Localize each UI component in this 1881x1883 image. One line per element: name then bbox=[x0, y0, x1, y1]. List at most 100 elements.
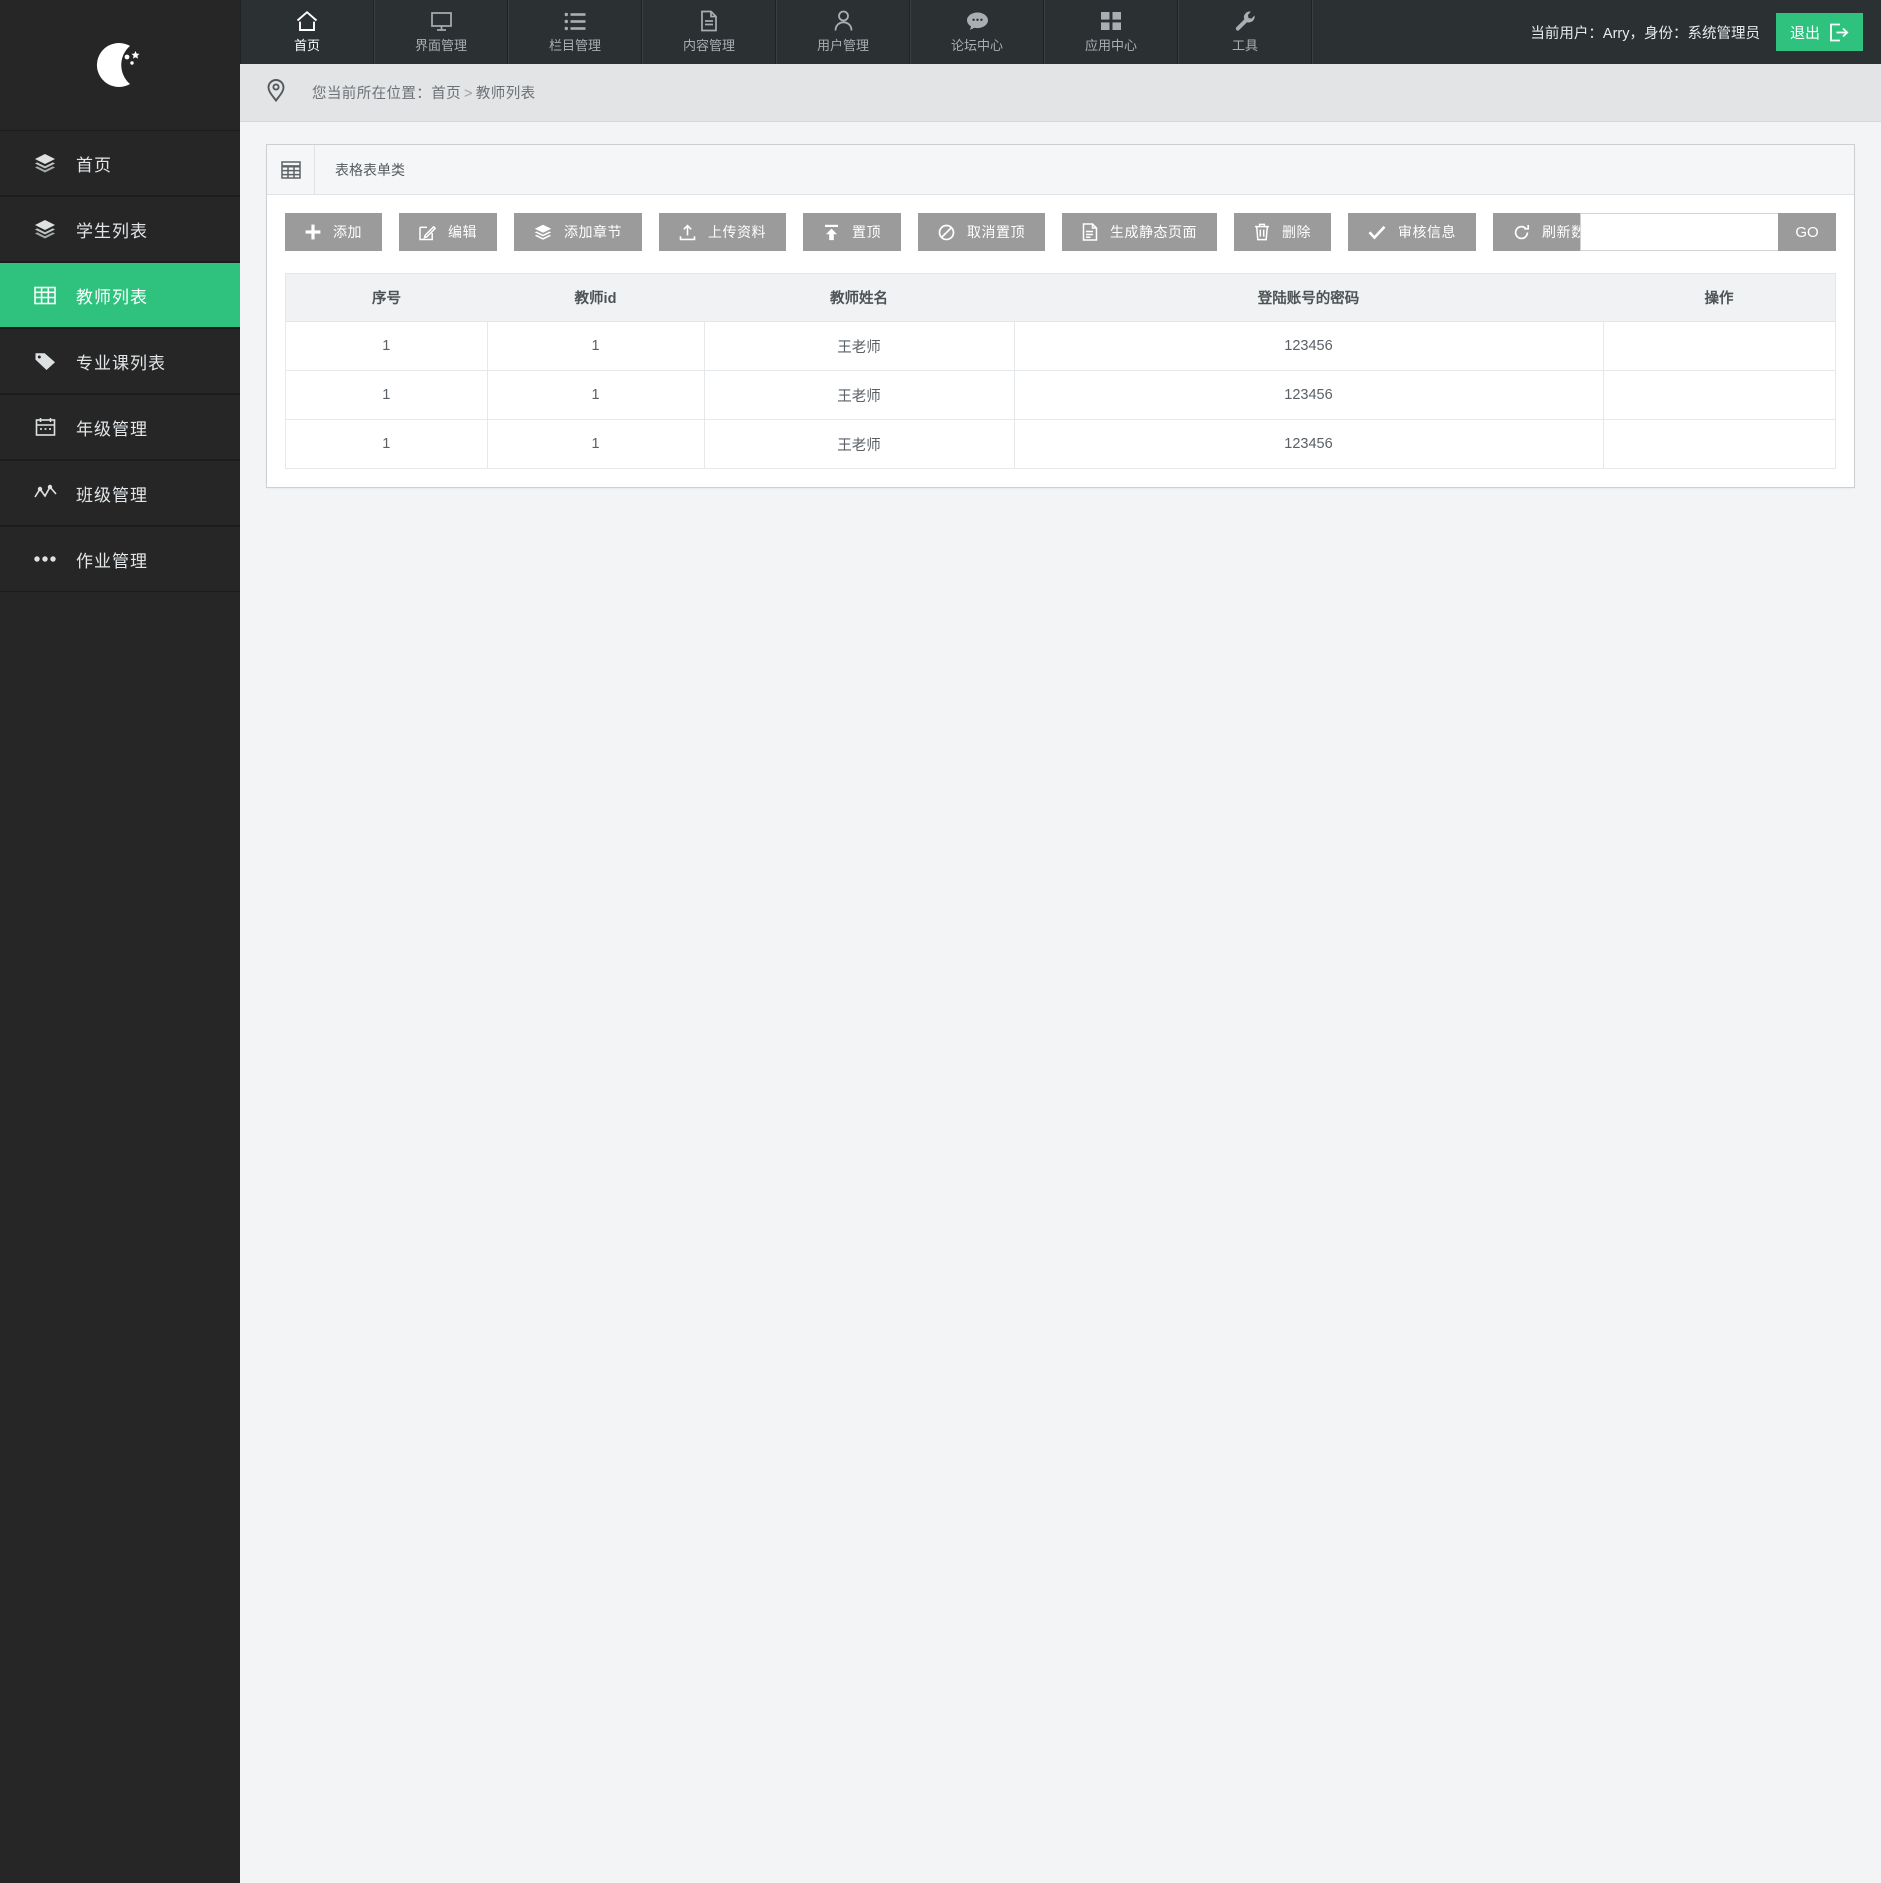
button-label: 生成静态页面 bbox=[1110, 224, 1197, 240]
button-label: 添加章节 bbox=[564, 224, 622, 240]
sidebar-item-home[interactable]: 首页 bbox=[0, 130, 240, 196]
edit-pencil-icon bbox=[419, 224, 436, 241]
sidebar-item-teacher-list[interactable]: 教师列表 bbox=[0, 262, 240, 328]
sidebar-item-label: 教师列表 bbox=[76, 287, 148, 307]
column-header-teacher-id: 教师id bbox=[487, 273, 704, 322]
edit-button[interactable]: 编辑 bbox=[399, 213, 497, 251]
generate-static-page-button[interactable]: 生成静态页面 bbox=[1062, 213, 1217, 251]
sidebar-item-label: 年级管理 bbox=[76, 419, 148, 439]
home-icon bbox=[295, 10, 319, 32]
table-row[interactable]: 1 1 王老师 123456 bbox=[285, 321, 1836, 371]
cell-teacher-name: 王老师 bbox=[703, 370, 1015, 420]
refresh-icon bbox=[1513, 224, 1530, 241]
crescent-moon-logo-icon bbox=[94, 39, 146, 91]
top-nav-label: 用户管理 bbox=[816, 38, 869, 53]
sidebar-logo bbox=[0, 0, 240, 130]
trash-icon bbox=[1254, 223, 1270, 241]
cell-operation[interactable] bbox=[1602, 419, 1836, 469]
layers-icon bbox=[534, 224, 552, 240]
table-container: 序号 教师id 教师姓名 登陆账号的密码 操作 1 1 王老师 123456 1… bbox=[267, 273, 1854, 487]
chart-icon bbox=[32, 482, 58, 504]
sidebar-item-student-list[interactable]: 学生列表 bbox=[0, 196, 240, 262]
page-icon bbox=[1082, 223, 1098, 241]
top-nav-item-interface-management[interactable]: 界面管理 bbox=[374, 0, 508, 64]
column-header-operation: 操作 bbox=[1603, 273, 1836, 322]
sidebar-item-label: 班级管理 bbox=[76, 485, 148, 505]
button-label: 删除 bbox=[1282, 224, 1311, 240]
content-area: 表格表单类 添加 编辑 添加章节 上传资料 置顶 取消置顶 生成静态页面 删除 … bbox=[240, 122, 1881, 1883]
sidebar-item-course-list[interactable]: 专业课列表 bbox=[0, 328, 240, 394]
top-nav-item-user-management[interactable]: 用户管理 bbox=[776, 0, 910, 64]
ban-icon bbox=[938, 224, 955, 241]
unpin-top-button[interactable]: 取消置顶 bbox=[918, 213, 1045, 251]
top-nav-item-forum-center[interactable]: 论坛中心 bbox=[910, 0, 1044, 64]
delete-button[interactable]: 删除 bbox=[1234, 213, 1331, 251]
calendar-icon bbox=[32, 416, 58, 438]
pin-top-button[interactable]: 置顶 bbox=[803, 213, 901, 251]
breadcrumb-prefix: 您当前所在位置： bbox=[312, 86, 432, 102]
button-label: 上传资料 bbox=[708, 224, 766, 240]
column-header-seq: 序号 bbox=[285, 273, 487, 322]
wrench-icon bbox=[1235, 10, 1256, 32]
top-nav-label: 应用中心 bbox=[1084, 38, 1137, 53]
comment-icon bbox=[966, 10, 989, 32]
search-input[interactable] bbox=[1580, 213, 1778, 251]
sidebar-item-class-management[interactable]: 班级管理 bbox=[0, 460, 240, 526]
button-label: 编辑 bbox=[448, 224, 477, 240]
table-icon bbox=[32, 284, 58, 306]
button-label: 添加 bbox=[333, 224, 362, 240]
top-nav-item-tools[interactable]: 工具 bbox=[1178, 0, 1312, 64]
breadcrumb-separator: > bbox=[464, 86, 473, 102]
topbar-user-area: 当前用户：Arry，身份：系统管理员 退出 bbox=[1530, 0, 1881, 64]
table-head: 序号 教师id 教师姓名 登陆账号的密码 操作 bbox=[285, 273, 1836, 322]
column-header-teacher-name: 教师姓名 bbox=[704, 273, 1014, 322]
upload-material-button[interactable]: 上传资料 bbox=[659, 213, 786, 251]
top-nav-label: 内容管理 bbox=[682, 38, 735, 53]
top-nav-item-home[interactable]: 首页 bbox=[240, 0, 374, 64]
action-toolbar: 添加 编辑 添加章节 上传资料 置顶 取消置顶 生成静态页面 删除 审核信息 刷… bbox=[267, 195, 1854, 273]
top-nav-label: 论坛中心 bbox=[950, 38, 1003, 53]
top-nav-item-app-center[interactable]: 应用中心 bbox=[1044, 0, 1178, 64]
main-area: 首页 界面管理 栏目管理 内容管理 用户管理 论坛中心 应用中心 工具 当前用户… bbox=[240, 0, 1881, 1883]
button-label: 审核信息 bbox=[1398, 224, 1456, 240]
breadcrumb-root[interactable]: 首页 bbox=[431, 86, 461, 102]
cell-teacher-name: 王老师 bbox=[703, 419, 1015, 469]
breadcrumb-current: 教师列表 bbox=[475, 86, 536, 102]
cell-teacher-id: 1 bbox=[486, 370, 705, 420]
cell-operation[interactable] bbox=[1602, 370, 1836, 420]
add-button[interactable]: 添加 bbox=[285, 213, 382, 251]
user-icon bbox=[833, 10, 854, 32]
tag-icon bbox=[32, 350, 58, 372]
monitor-icon bbox=[430, 10, 453, 32]
cell-password: 123456 bbox=[1013, 321, 1604, 371]
table-header-row: 序号 教师id 教师姓名 登陆账号的密码 操作 bbox=[285, 273, 1836, 322]
cell-operation[interactable] bbox=[1602, 321, 1836, 371]
cell-teacher-id: 1 bbox=[486, 321, 705, 371]
top-nav-item-content-management[interactable]: 内容管理 bbox=[642, 0, 776, 64]
go-button[interactable]: GO bbox=[1778, 213, 1836, 251]
sidebar-item-label: 首页 bbox=[76, 155, 112, 175]
document-icon bbox=[699, 10, 719, 32]
panel-title: 表格表单类 bbox=[335, 161, 405, 178]
table-row[interactable]: 1 1 王老师 123456 bbox=[285, 370, 1836, 420]
top-nav-label: 栏目管理 bbox=[548, 38, 601, 53]
sidebar-item-grade-management[interactable]: 年级管理 bbox=[0, 394, 240, 460]
top-navigation-bar: 首页 界面管理 栏目管理 内容管理 用户管理 论坛中心 应用中心 工具 当前用户… bbox=[240, 0, 1881, 64]
review-info-button[interactable]: 审核信息 bbox=[1348, 213, 1476, 251]
top-nav-item-column-management[interactable]: 栏目管理 bbox=[508, 0, 642, 64]
sidebar: 首页 学生列表 教师列表 专业课列表 年级管理 班级管理 作业管理 bbox=[0, 0, 240, 1883]
sidebar-item-homework-management[interactable]: 作业管理 bbox=[0, 526, 240, 592]
teacher-table: 序号 教师id 教师姓名 登陆账号的密码 操作 1 1 王老师 123456 1… bbox=[285, 273, 1836, 469]
plus-icon bbox=[305, 224, 321, 240]
top-nav-label: 界面管理 bbox=[414, 38, 467, 53]
sign-out-icon bbox=[1829, 23, 1849, 42]
grid-icon bbox=[1100, 10, 1122, 32]
top-nav-label: 首页 bbox=[293, 38, 320, 53]
search-area: GO bbox=[1580, 213, 1836, 251]
add-chapter-button[interactable]: 添加章节 bbox=[514, 213, 642, 251]
button-label: 置顶 bbox=[852, 224, 881, 240]
logout-button[interactable]: 退出 bbox=[1775, 13, 1863, 51]
table-panel: 表格表单类 添加 编辑 添加章节 上传资料 置顶 取消置顶 生成静态页面 删除 … bbox=[266, 144, 1855, 488]
table-row[interactable]: 1 1 王老师 123456 bbox=[285, 419, 1836, 469]
breadcrumb-text: 您当前所在位置：首页 > 教师列表 bbox=[312, 82, 536, 103]
